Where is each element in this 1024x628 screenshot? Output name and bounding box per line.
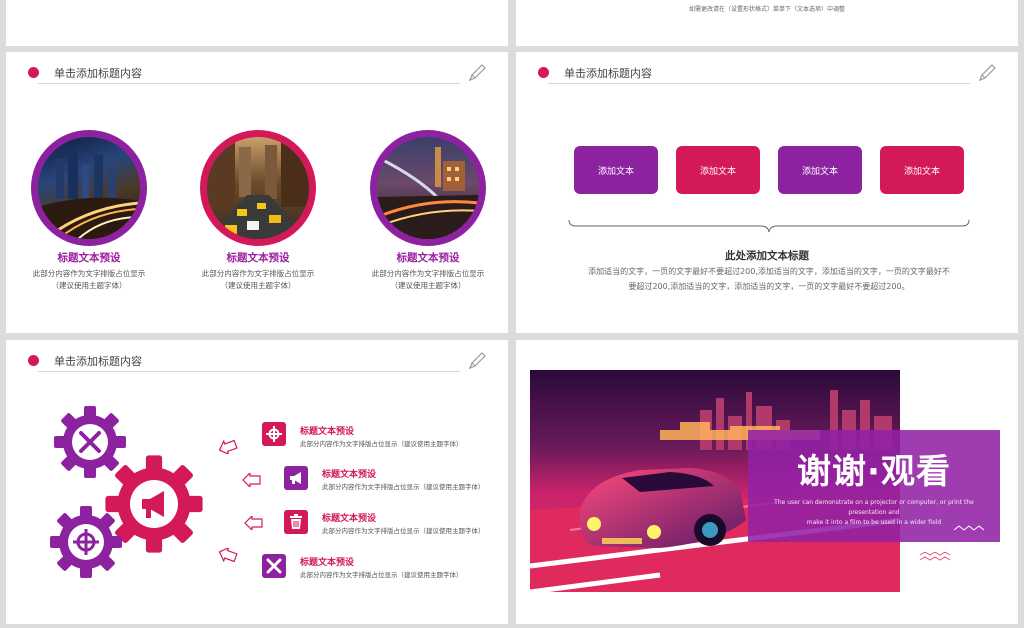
list-item-title-4: 标题文本预设 [300,558,355,568]
arrow-left-icon-2 [242,473,261,487]
header-title: 单击添加标题内容 [564,67,652,80]
slide2-body: 添加适当的文字，一页的文字最好不要超过200,添加适当的文字，添加适当的文字，一… [576,264,962,294]
slide-top-right-partial[interactable]: 如需更改请在（设置形状格式）菜单下（文本选项）中调整 [516,0,1018,46]
text-button-3[interactable]: 添加文本 [778,146,862,194]
list-item-desc-2: 此部分内容作为文字排版占位显示（建议使用主题字体） [322,483,485,491]
slide-header: 单击添加标题内容 [28,352,488,374]
pen-icon [978,64,996,82]
arrow-left-icon-1 [218,440,238,454]
list-item-title-1: 标题文本预设 [300,427,355,437]
top-note: 如需更改请在（设置形状格式）菜单下（文本选项）中调整 [688,6,845,13]
megaphone-icon [284,466,308,490]
photo-desc-1: 此部分内容作为文字排版占位显示 （建议使用主题字体） [9,268,169,292]
slide-thumbnail-3[interactable]: 单击添加标题内容 标题文本预设 此部分内容作为文字排版占位显示（建议使用主题字体… [6,340,508,624]
text-button-1[interactable]: 添加文本 [574,146,658,194]
text-button-2[interactable]: 添加文本 [676,146,760,194]
header-dot [28,67,39,78]
city-photo-3 [370,130,486,246]
slide-top-left-partial[interactable] [6,0,508,46]
zigzag-decoration-1 [954,525,984,531]
photo-desc-2-line1: 此部分内容作为文字排版占位显示 [201,269,315,278]
slide2-body-line2: 要超过200,添加适当的文字，添加适当的文字，一页的文字最好不要超过200。 [628,282,910,291]
photo-title-3: 标题文本预设 [396,252,460,264]
thanks-panel: 谢谢·观看 The user can demonstrate on a proj… [748,430,1000,542]
thanks-subtitle-line1: The user can demonstrate on a projector … [774,499,974,516]
header-title: 单击添加标题内容 [54,355,142,368]
slide2-title: 此处添加文本标题 [725,250,809,262]
header-line [38,371,460,372]
arrow-left-icon-4 [218,548,238,562]
city-photo-1 [31,130,147,246]
arrow-left-icon-3 [244,516,263,530]
list-item-title-3: 标题文本预设 [322,514,377,524]
slide2-body-line1: 添加适当的文字，一页的文字最好不要超过200,添加适当的文字，添加适当的文字，一… [588,267,950,276]
list-item-desc-3: 此部分内容作为文字排版占位显示（建议使用主题字体） [322,527,485,535]
photo-desc-3: 此部分内容作为文字排版占位显示 （建议使用主题字体） [348,268,508,292]
header-line [548,83,970,84]
list-item-desc-1: 此部分内容作为文字排版占位显示（建议使用主题字体） [300,440,463,448]
curly-brace [568,219,970,233]
header-line [38,83,460,84]
slide-thumbnail-2[interactable]: 单击添加标题内容 添加文本 添加文本 添加文本 添加文本 此处添加文本标题 添加… [516,52,1018,333]
crosshair-icon [262,422,286,446]
photo-desc-3-line2: （建议使用主题字体） [390,281,466,290]
photo-title-1: 标题文本预设 [57,252,121,264]
slide-thumbnail-4[interactable]: 谢谢·观看 The user can demonstrate on a proj… [516,340,1018,624]
tools-icon [262,554,286,578]
list-item-desc-4: 此部分内容作为文字排版占位显示（建议使用主题字体） [300,571,463,579]
photo-title-2: 标题文本预设 [226,252,290,264]
photo-desc-2: 此部分内容作为文字排版占位显示 （建议使用主题字体） [178,268,338,292]
trash-icon [284,510,308,534]
thanks-title: 谢谢·观看 [797,452,951,492]
slide-header: 单击添加标题内容 [28,64,488,86]
pen-icon [468,352,486,370]
city-photo-2 [200,130,316,246]
slide-header: 单击添加标题内容 [538,64,998,86]
list-item-title-2: 标题文本预设 [322,470,377,480]
header-dot [538,67,549,78]
photo-desc-1-line2: （建议使用主题字体） [51,281,127,290]
header-dot [28,355,39,366]
slide-thumbnail-1[interactable]: 单击添加标题内容 标题文本预设 此部分内容作为文字排版占位显示 （建议使用主题字… [6,52,508,333]
photo-desc-2-line2: （建议使用主题字体） [220,281,296,290]
text-button-4[interactable]: 添加文本 [880,146,964,194]
zigzag-decoration-2 [920,552,950,561]
photo-desc-3-line1: 此部分内容作为文字排版占位显示 [371,269,485,278]
photo-desc-1-line1: 此部分内容作为文字排版占位显示 [32,269,146,278]
pen-icon [468,64,486,82]
gears-illustration [50,406,203,578]
header-title: 单击添加标题内容 [54,67,142,80]
